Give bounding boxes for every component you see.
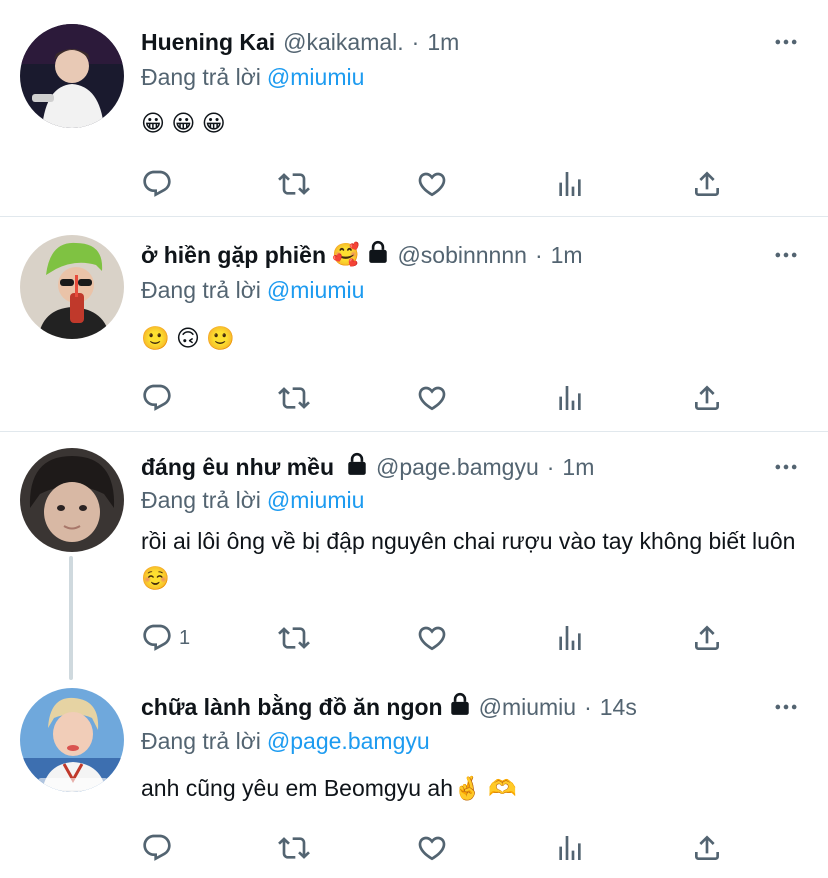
reply-button[interactable]: 1 xyxy=(141,621,190,655)
views-button[interactable] xyxy=(554,621,586,655)
tweet-3[interactable]: đáng êu như mều @page.bamgyu · 1m Đang t… xyxy=(0,432,828,672)
retweet-button[interactable] xyxy=(278,381,310,415)
views-icon xyxy=(554,168,586,200)
replying-to-label: Đang trả lời xyxy=(141,277,261,303)
reply-button[interactable] xyxy=(141,381,173,415)
replying-to: Đang trả lời @miumiu xyxy=(141,487,364,514)
heart-icon xyxy=(416,382,448,414)
mention-link[interactable]: @page.bamgyu xyxy=(267,728,430,754)
like-button[interactable] xyxy=(416,381,448,415)
retweet-button[interactable] xyxy=(278,167,310,201)
replying-to-label: Đang trả lời xyxy=(141,728,261,754)
more-icon xyxy=(772,241,800,269)
more-icon xyxy=(772,453,800,481)
author-name[interactable]: chữa lành bằng đồ ăn ngon xyxy=(141,694,443,721)
reply-icon xyxy=(141,832,173,864)
tweet-header: Huening Kai @kaikamal. · 1m xyxy=(141,24,459,60)
author-name[interactable]: đáng êu như mều xyxy=(141,454,334,481)
more-button[interactable] xyxy=(772,28,800,56)
retweet-icon xyxy=(278,832,310,864)
timestamp[interactable]: 1m xyxy=(551,242,583,269)
share-button[interactable] xyxy=(691,621,723,655)
replying-to: Đang trả lời @miumiu xyxy=(141,277,364,304)
retweet-icon xyxy=(278,168,310,200)
avatar[interactable] xyxy=(20,448,124,552)
author-handle[interactable]: @sobinnnnn xyxy=(397,242,527,269)
reply-count: 1 xyxy=(179,626,191,649)
author-name[interactable]: ở hiền gặp phiền xyxy=(141,242,326,269)
more-icon xyxy=(772,693,800,721)
tweet-text: rồi ai lôi ông về bị đập nguyên chai rượ… xyxy=(141,528,796,591)
share-icon xyxy=(691,622,723,654)
share-icon xyxy=(691,382,723,414)
share-icon xyxy=(691,168,723,200)
tweet-2[interactable]: ở hiền gặp phiền 🥰 @sobinnnnn · 1m Đang … xyxy=(0,217,828,431)
tweet-header: ở hiền gặp phiền 🥰 @sobinnnnn · 1m xyxy=(141,237,583,273)
mention-link[interactable]: @miumiu xyxy=(267,64,364,90)
avatar[interactable] xyxy=(20,24,124,128)
heart-icon xyxy=(416,168,448,200)
more-button[interactable] xyxy=(772,693,800,721)
author-handle[interactable]: @miumiu xyxy=(479,694,576,721)
views-icon xyxy=(554,382,586,414)
replying-to: Đang trả lời @page.bamgyu xyxy=(141,728,430,755)
like-button[interactable] xyxy=(416,831,448,865)
tweet-4[interactable]: chữa lành bằng đồ ăn ngon @miumiu · 14s … xyxy=(0,672,828,878)
retweet-icon xyxy=(278,622,310,654)
separator-dot: · xyxy=(546,453,555,480)
tweet-header: đáng êu như mều @page.bamgyu · 1m xyxy=(141,449,594,485)
separator-dot: · xyxy=(534,241,543,268)
tweet-text: 😀 😀 😀 xyxy=(141,110,226,136)
heart-icon xyxy=(416,832,448,864)
name-emoji: 🥰 xyxy=(332,242,360,267)
tweet-1[interactable]: Huening Kai @kaikamal. · 1m Đang trả lời… xyxy=(0,0,828,216)
tweet-text: 🙂 🙃 🙂 xyxy=(141,325,236,351)
share-icon xyxy=(691,832,723,864)
replying-to-label: Đang trả lời xyxy=(141,487,261,513)
heart-icon xyxy=(416,622,448,654)
more-button[interactable] xyxy=(772,241,800,269)
views-button[interactable] xyxy=(554,381,586,415)
mention-link[interactable]: @miumiu xyxy=(267,277,364,303)
reply-button[interactable] xyxy=(141,831,173,865)
views-button[interactable] xyxy=(554,831,586,865)
avatar[interactable] xyxy=(20,235,124,339)
share-button[interactable] xyxy=(691,167,723,201)
share-button[interactable] xyxy=(691,381,723,415)
views-button[interactable] xyxy=(554,167,586,201)
reply-icon xyxy=(141,382,173,414)
views-icon xyxy=(554,622,586,654)
separator-dot: · xyxy=(411,28,420,55)
timestamp[interactable]: 1m xyxy=(562,454,594,481)
replying-to-label: Đang trả lời xyxy=(141,64,261,90)
timestamp[interactable]: 1m xyxy=(427,29,459,56)
like-button[interactable] xyxy=(416,167,448,201)
timestamp[interactable]: 14s xyxy=(600,694,637,721)
mention-link[interactable]: @miumiu xyxy=(267,487,364,513)
share-button[interactable] xyxy=(691,831,723,865)
separator-dot: · xyxy=(584,693,592,720)
tweet-header: chữa lành bằng đồ ăn ngon @miumiu · 14s xyxy=(141,689,637,725)
reply-button[interactable] xyxy=(141,167,173,201)
lock-icon xyxy=(449,692,471,722)
author-handle[interactable]: @page.bamgyu xyxy=(376,454,539,481)
author-handle[interactable]: @kaikamal. xyxy=(283,29,404,56)
views-icon xyxy=(554,832,586,864)
retweet-button[interactable] xyxy=(278,831,310,865)
retweet-button[interactable] xyxy=(278,621,310,655)
more-icon xyxy=(772,28,800,56)
like-button[interactable] xyxy=(416,621,448,655)
retweet-icon xyxy=(278,382,310,414)
reply-icon xyxy=(141,168,173,200)
replying-to: Đang trả lời @miumiu xyxy=(141,64,364,91)
tweet-text: anh cũng yêu em Beomgyu ah🤞 🫶 xyxy=(141,775,517,801)
author-name[interactable]: Huening Kai xyxy=(141,29,275,56)
lock-icon xyxy=(367,240,389,270)
lock-icon xyxy=(346,452,368,482)
reply-icon xyxy=(141,622,173,654)
more-button[interactable] xyxy=(772,453,800,481)
avatar[interactable] xyxy=(20,688,124,792)
